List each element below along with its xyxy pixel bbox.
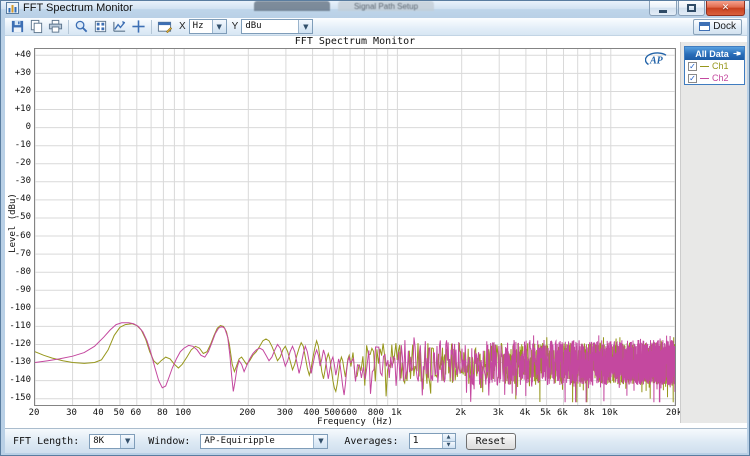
legend-dock-area: All Data ✓ Ch1 ✓ Ch2 <box>680 42 747 423</box>
cursor-crosshair-button[interactable] <box>129 18 148 35</box>
ch2-label: Ch2 <box>712 73 729 83</box>
y-unit-value: dBu <box>242 20 298 33</box>
legend-header[interactable]: All Data <box>685 47 744 60</box>
maximize-icon <box>687 4 696 12</box>
save-icon <box>10 19 25 34</box>
app-icon <box>6 2 19 14</box>
spinner-down-icon[interactable]: ▼ <box>443 442 455 449</box>
auto-scale-button[interactable] <box>110 18 129 35</box>
zoom-to-fit-icon <box>93 19 108 34</box>
ch1-line-sample <box>700 66 709 67</box>
dock-icon <box>699 22 710 31</box>
y-tick-label: -130 <box>5 357 31 367</box>
legend-item-ch2: ✓ Ch2 <box>685 72 744 84</box>
dock-button-label: Dock <box>713 21 736 32</box>
auto-scale-icon <box>112 19 127 34</box>
y-unit-combobox[interactable]: dBu ▼ <box>241 19 313 34</box>
print-button[interactable] <box>46 18 65 35</box>
chevron-down-icon[interactable]: ▼ <box>298 20 312 33</box>
background-tab <box>254 1 330 11</box>
zoom-button[interactable] <box>72 18 91 35</box>
ap-logo-icon: AP <box>645 52 671 68</box>
minimize-button[interactable] <box>649 1 677 16</box>
fft-spectrum-monitor-window: Signal Path Setup FFT Spectrum Monitor ✕ <box>0 0 750 456</box>
fft-length-value: 8K <box>90 435 120 448</box>
window-function-label: Window: <box>148 436 190 447</box>
y-tick-label: -60 <box>5 231 31 241</box>
graph-properties-button[interactable] <box>155 18 174 35</box>
chart-title: FFT Spectrum Monitor <box>34 36 676 47</box>
x-axis-title: Frequency (Hz) <box>34 417 676 427</box>
print-icon <box>48 19 63 34</box>
y-tick-label: +40 <box>5 50 31 60</box>
y-tick-label: -50 <box>5 212 31 222</box>
averages-stepper[interactable]: 1 ▲ ▼ <box>409 433 456 449</box>
dock-button[interactable]: Dock <box>693 19 742 35</box>
y-tick-label: -70 <box>5 249 31 259</box>
background-tab-signal-path-setup: Signal Path Setup <box>338 1 434 11</box>
crosshair-icon <box>131 19 146 34</box>
legend-header-label: All Data <box>691 49 733 59</box>
toolbar: X Hz ▼ Y dBu ▼ Dock <box>5 18 747 36</box>
save-button[interactable] <box>8 18 27 35</box>
title-bar[interactable]: Signal Path Setup FFT Spectrum Monitor ✕ <box>1 1 750 18</box>
chevron-down-icon[interactable]: ▼ <box>212 20 226 33</box>
reset-button[interactable]: Reset <box>466 433 516 450</box>
plot-area[interactable]: AP <box>34 48 676 406</box>
y-tick-label: -90 <box>5 285 31 295</box>
ch1-label: Ch1 <box>712 61 729 71</box>
close-button[interactable]: ✕ <box>706 1 745 16</box>
bottom-control-bar: FFT Length: 8K ▼ Window: AP-Equiripple ▼… <box>5 428 747 453</box>
chart-panel: FFT Spectrum Monitor Level (dBu) +40+30+… <box>5 36 747 428</box>
y-tick-label: -110 <box>5 321 31 331</box>
ch2-checkbox[interactable]: ✓ <box>688 74 697 83</box>
y-tick-label: -20 <box>5 158 31 168</box>
chevron-down-icon[interactable]: ▼ <box>313 435 327 448</box>
toolbar-separator <box>151 20 152 34</box>
y-axis-unit-label: Y <box>232 21 239 32</box>
averages-label: Averages: <box>344 436 398 447</box>
minimize-icon <box>659 10 667 13</box>
y-tick-label: -40 <box>5 194 31 204</box>
averages-value: 1 <box>410 434 442 448</box>
y-tick-label: -10 <box>5 140 31 150</box>
close-icon: ✕ <box>722 3 730 13</box>
y-tick-label: +20 <box>5 86 31 96</box>
pin-icon[interactable] <box>733 49 742 58</box>
toolbar-separator <box>68 20 69 34</box>
copy-button[interactable] <box>27 18 46 35</box>
maximize-button[interactable] <box>678 1 705 16</box>
svg-text:AP: AP <box>649 56 664 67</box>
zoom-to-fit-button[interactable] <box>91 18 110 35</box>
y-tick-label: -150 <box>5 393 31 403</box>
y-tick-label: -140 <box>5 375 31 385</box>
y-tick-label: -30 <box>5 176 31 186</box>
chevron-down-icon[interactable]: ▼ <box>120 435 134 448</box>
legend: All Data ✓ Ch1 ✓ Ch2 <box>684 46 745 85</box>
fft-length-label: FFT Length: <box>13 436 79 447</box>
spinner-up-icon[interactable]: ▲ <box>443 434 455 442</box>
legend-item-ch1: ✓ Ch1 <box>685 60 744 72</box>
y-tick-label: +30 <box>5 68 31 78</box>
x-axis-unit-label: X <box>179 21 186 32</box>
x-unit-value: Hz <box>190 20 212 33</box>
y-tick-label: -100 <box>5 303 31 313</box>
window-title: FFT Spectrum Monitor <box>23 2 133 14</box>
y-tick-label: -80 <box>5 267 31 277</box>
y-tick-label: +10 <box>5 104 31 114</box>
x-unit-combobox[interactable]: Hz ▼ <box>189 19 227 34</box>
window-function-combobox[interactable]: AP-Equiripple ▼ <box>200 434 328 449</box>
ch2-line-sample <box>700 78 709 79</box>
zoom-icon <box>74 19 89 34</box>
y-tick-label: 0 <box>5 122 31 132</box>
y-tick-label: -120 <box>5 339 31 349</box>
fft-length-combobox[interactable]: 8K ▼ <box>89 434 135 449</box>
graph-properties-icon <box>157 19 172 34</box>
ch1-checkbox[interactable]: ✓ <box>688 62 697 71</box>
window-function-value: AP-Equiripple <box>201 435 313 448</box>
copy-icon <box>29 19 44 34</box>
